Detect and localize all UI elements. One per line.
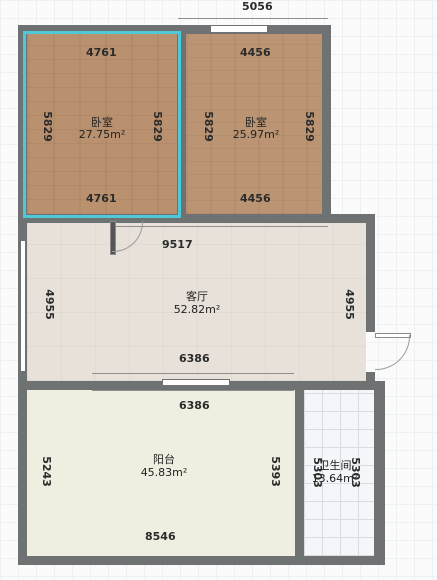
bedroom2-top-dimension: 4456 — [240, 46, 271, 59]
window-left-living — [20, 240, 26, 372]
bathroom-left-dimension: 5303 — [310, 457, 324, 488]
wall-balcony-bath-divider — [295, 381, 304, 565]
balcony-left-dimension: 5243 — [39, 456, 53, 487]
bedroom2-bottom-dimension: 4456 — [240, 192, 271, 205]
wall-bedroom2-right — [322, 25, 331, 223]
living-top-line — [116, 226, 328, 227]
window-living-bottom — [162, 379, 230, 386]
balcony-top-line-2 — [92, 390, 294, 391]
balcony-right-dimension: 5393 — [268, 456, 282, 487]
bedroom1-right-dimension: 5829 — [150, 111, 164, 142]
bedroom2-left-dimension: 5829 — [201, 111, 215, 142]
balcony-top-dimension: 6386 — [179, 399, 210, 412]
bedroom2-area: 25.97m² — [232, 128, 280, 141]
living-area: 52.82m² — [173, 303, 221, 316]
bedroom1-area: 27.75m² — [78, 128, 126, 141]
window-bedroom2-top — [210, 25, 268, 33]
balcony-top-line — [92, 373, 294, 374]
wall-bath-right — [374, 381, 385, 565]
living-name: 客厅 — [186, 290, 208, 303]
bedroom1-bottom-dimension: 4761 — [86, 192, 117, 205]
bathroom-right-dimension: 5303 — [348, 457, 362, 488]
balcony-area: 45.83m² — [140, 466, 188, 479]
balcony-name: 阳台 — [153, 453, 175, 466]
bedroom2-right-dimension: 5829 — [302, 111, 316, 142]
bedroom1-top-dimension: 4761 — [86, 46, 117, 59]
wall-bottom — [18, 556, 385, 565]
wall-living-right-upper — [366, 214, 375, 332]
living-bottom-dimension: 6386 — [179, 352, 210, 365]
balcony-bottom-dimension: 8546 — [145, 530, 176, 543]
living-right-dimension: 4955 — [342, 289, 356, 320]
living-left-dimension: 4955 — [42, 289, 56, 320]
top-overall-dimension: 5056 — [242, 0, 273, 13]
bedroom1-left-dimension: 5829 — [40, 111, 54, 142]
top-dimension-line — [178, 18, 328, 19]
living-top-dimension: 9517 — [162, 238, 193, 251]
